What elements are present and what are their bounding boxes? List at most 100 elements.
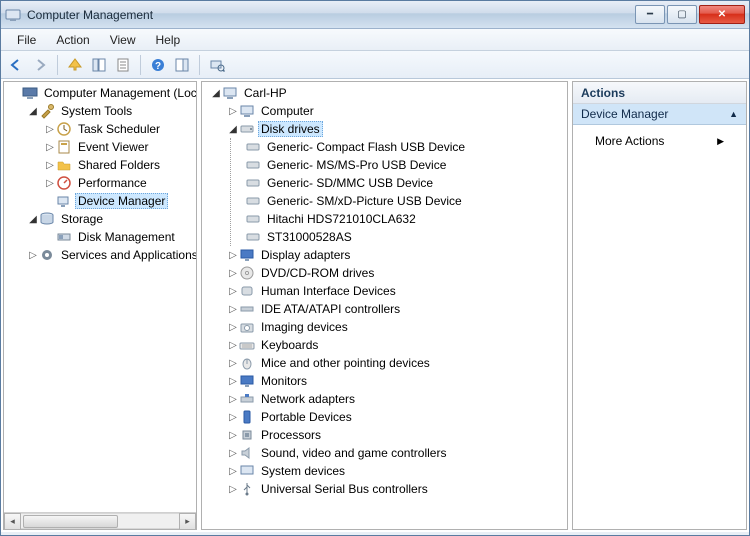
chevron-right-icon[interactable]: ▷ — [227, 375, 239, 387]
actions-body: More Actions ▶ — [573, 125, 746, 157]
show-hide-tree-button[interactable] — [88, 54, 110, 76]
chevron-right-icon[interactable]: ▷ — [227, 483, 239, 495]
blank-icon — [233, 231, 245, 243]
disk-item[interactable]: Hitachi HDS721010CLA632 — [231, 210, 567, 228]
cat-computer[interactable]: ▷Computer — [225, 102, 567, 120]
chevron-right-icon[interactable]: ▷ — [227, 447, 239, 459]
disk-item[interactable]: Generic- SM/xD-Picture USB Device — [231, 192, 567, 210]
collapse-icon[interactable]: ▲ — [729, 109, 738, 119]
actions-item-label: More Actions — [595, 134, 664, 148]
close-button[interactable]: ✕ — [699, 5, 745, 24]
cat-usb[interactable]: ▷Universal Serial Bus controllers — [225, 480, 567, 498]
chevron-down-icon[interactable]: ◢ — [210, 87, 222, 99]
disk-item[interactable]: ST31000528AS — [231, 228, 567, 246]
chevron-down-icon[interactable]: ◢ — [227, 123, 239, 135]
scroll-right-button[interactable]: ▸ — [179, 513, 196, 530]
tree-task-scheduler[interactable]: ▷Task Scheduler — [42, 120, 196, 138]
minimize-button[interactable]: ━ — [635, 5, 665, 24]
scroll-track[interactable] — [21, 513, 179, 529]
tree-device-manager[interactable]: Device Manager — [42, 192, 196, 210]
menu-action[interactable]: Action — [46, 31, 99, 49]
speaker-icon — [239, 445, 255, 461]
more-actions-item[interactable]: More Actions ▶ — [583, 131, 736, 151]
tree-performance[interactable]: ▷Performance — [42, 174, 196, 192]
chevron-right-icon[interactable]: ▷ — [227, 285, 239, 297]
cat-keyboards[interactable]: ▷Keyboards — [225, 336, 567, 354]
menu-help[interactable]: Help — [146, 31, 191, 49]
cat-hid[interactable]: ▷Human Interface Devices — [225, 282, 567, 300]
console-tree[interactable]: Computer Management (Local ◢ System Tool… — [4, 82, 196, 512]
chevron-down-icon[interactable]: ◢ — [27, 213, 39, 225]
cat-sound[interactable]: ▷Sound, video and game controllers — [225, 444, 567, 462]
chevron-right-icon[interactable]: ▷ — [44, 159, 56, 171]
chevron-right-icon[interactable]: ▷ — [227, 339, 239, 351]
chevron-right-icon[interactable]: ▷ — [227, 357, 239, 369]
cat-processors[interactable]: ▷Processors — [225, 426, 567, 444]
tree-label: Disk Management — [75, 229, 178, 245]
cat-disk-drives[interactable]: ◢Disk drives — [225, 120, 567, 138]
tree-label: Generic- SD/MMC USB Device — [264, 175, 436, 191]
scroll-thumb[interactable] — [23, 515, 118, 528]
cat-system-devices[interactable]: ▷System devices — [225, 462, 567, 480]
disk-item[interactable]: Generic- Compact Flash USB Device — [231, 138, 567, 156]
title-bar: Computer Management ━ ▢ ✕ — [1, 1, 749, 29]
ide-icon — [239, 301, 255, 317]
chevron-right-icon[interactable]: ▷ — [227, 393, 239, 405]
show-hide-action-button[interactable] — [171, 54, 193, 76]
tree-disk-management[interactable]: Disk Management — [42, 228, 196, 246]
tree-event-viewer[interactable]: ▷Event Viewer — [42, 138, 196, 156]
scroll-left-button[interactable]: ◂ — [4, 513, 21, 530]
tree-services-apps[interactable]: ▷ Services and Applications — [25, 246, 196, 264]
tree-storage[interactable]: ◢ Storage — [25, 210, 196, 228]
maximize-button[interactable]: ▢ — [667, 5, 697, 24]
disk-item[interactable]: Generic- SD/MMC USB Device — [231, 174, 567, 192]
tree-system-tools[interactable]: ◢ System Tools — [25, 102, 196, 120]
blank-icon — [233, 177, 245, 189]
computer-management-icon — [22, 85, 38, 101]
device-root[interactable]: ◢ Carl-HP — [208, 84, 567, 102]
tree-shared-folders[interactable]: ▷Shared Folders — [42, 156, 196, 174]
chevron-right-icon[interactable]: ▷ — [227, 249, 239, 261]
menu-file[interactable]: File — [7, 31, 46, 49]
horizontal-scrollbar[interactable]: ◂ ▸ — [4, 512, 196, 529]
cat-portable[interactable]: ▷Portable Devices — [225, 408, 567, 426]
chevron-right-icon[interactable]: ▷ — [227, 465, 239, 477]
chevron-down-icon[interactable]: ◢ — [27, 105, 39, 117]
chevron-right-icon[interactable]: ▷ — [227, 411, 239, 423]
window-title: Computer Management — [27, 8, 633, 22]
chevron-right-icon[interactable]: ▷ — [44, 177, 56, 189]
computer-icon — [239, 103, 255, 119]
actions-section[interactable]: Device Manager ▲ — [573, 104, 746, 125]
device-tree[interactable]: ◢ Carl-HP ▷Computer ◢Disk drives Generic… — [202, 82, 567, 529]
hid-icon — [239, 283, 255, 299]
tree-label: Computer Management (Local — [41, 85, 196, 101]
cat-monitors[interactable]: ▷Monitors — [225, 372, 567, 390]
chevron-right-icon[interactable]: ▷ — [27, 249, 39, 261]
menu-view[interactable]: View — [100, 31, 146, 49]
scan-hardware-button[interactable] — [206, 54, 228, 76]
chevron-right-icon[interactable]: ▷ — [227, 105, 239, 117]
help-button[interactable]: ? — [147, 54, 169, 76]
cat-mice[interactable]: ▷Mice and other pointing devices — [225, 354, 567, 372]
chevron-right-icon[interactable]: ▷ — [227, 303, 239, 315]
disk-item[interactable]: Generic- MS/MS-Pro USB Device — [231, 156, 567, 174]
disk-icon — [245, 139, 261, 155]
back-button[interactable] — [5, 54, 27, 76]
blank-icon — [233, 159, 245, 171]
cat-display[interactable]: ▷Display adapters — [225, 246, 567, 264]
chevron-right-icon[interactable]: ▷ — [44, 141, 56, 153]
tree-label: Carl-HP — [241, 85, 290, 101]
up-button[interactable] — [64, 54, 86, 76]
cat-dvd[interactable]: ▷DVD/CD-ROM drives — [225, 264, 567, 282]
chevron-right-icon[interactable]: ▷ — [227, 267, 239, 279]
chevron-right-icon[interactable]: ▷ — [227, 321, 239, 333]
chevron-right-icon[interactable] — [10, 87, 22, 99]
forward-button[interactable] — [29, 54, 51, 76]
cat-network[interactable]: ▷Network adapters — [225, 390, 567, 408]
tree-root[interactable]: Computer Management (Local — [8, 84, 196, 102]
chevron-right-icon[interactable]: ▷ — [44, 123, 56, 135]
chevron-right-icon[interactable]: ▷ — [227, 429, 239, 441]
cat-ide[interactable]: ▷IDE ATA/ATAPI controllers — [225, 300, 567, 318]
cat-imaging[interactable]: ▷Imaging devices — [225, 318, 567, 336]
properties-button[interactable] — [112, 54, 134, 76]
